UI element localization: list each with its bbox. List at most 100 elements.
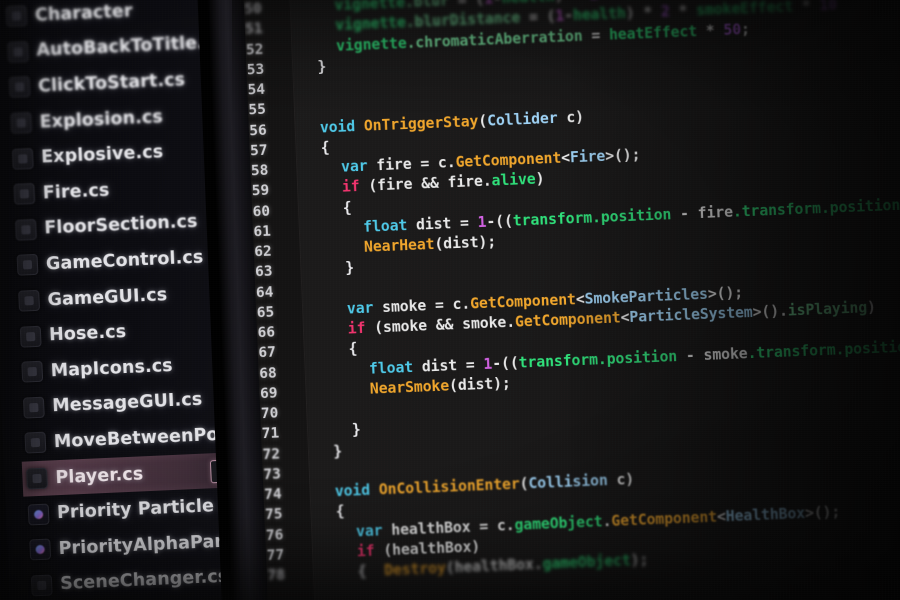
code-token: ;	[740, 20, 751, 38]
code-token: HealthBox	[725, 504, 806, 525]
code-token: smoke = c.	[373, 295, 471, 317]
code-token: var	[355, 521, 383, 540]
asset-list-item-label: ClickToStart.cs	[37, 70, 186, 97]
asset-list-item-label: Fire.cs	[42, 180, 110, 204]
code-token: -((	[491, 354, 520, 373]
asset-list-item-label: Hose.cs	[48, 322, 127, 346]
code-token: }	[317, 57, 327, 76]
code-token: isPlaying	[787, 299, 868, 320]
code-token: {	[348, 340, 358, 358]
code-token: if	[347, 319, 366, 338]
code-token: *	[696, 21, 724, 40]
code-token: .blurDistance	[405, 9, 521, 32]
code-token: fire	[697, 203, 734, 222]
code-token: {	[320, 138, 330, 157]
csharp-script-icon	[14, 218, 37, 241]
code-token: if	[341, 178, 360, 196]
code-token: vignette	[334, 0, 406, 14]
code-token: )	[574, 108, 585, 126]
code-token: Collision	[528, 472, 609, 493]
screenshot-photo: Character AutoBackToTitle.cs ClickToStart.…	[0, 0, 900, 600]
code-token: GetComponent	[469, 290, 577, 313]
code-token: vignette	[335, 34, 407, 55]
asset-list-item-label: Explosion.cs	[39, 106, 164, 133]
code-lines-container[interactable]: 50vignette.blur = (1-health) * 2 * smoke…	[233, 0, 900, 587]
code-token: void	[334, 481, 371, 501]
code-token: GetComponent	[514, 309, 621, 331]
code-token: gameObject	[542, 552, 631, 573]
code-token: heatEffect	[608, 22, 698, 44]
code-token: Destroy	[383, 559, 447, 580]
code-token: -	[676, 346, 704, 365]
csharp-script-icon	[11, 147, 34, 170]
code-token: );	[630, 551, 649, 570]
code-token: dist =	[412, 355, 484, 376]
csharp-script-icon	[26, 467, 48, 490]
csharp-script-icon	[13, 183, 36, 206]
code-token: >().	[752, 302, 789, 321]
code-token: >();	[804, 503, 841, 522]
asset-list-item-label: AutoBackToTitle.cs	[36, 32, 226, 62]
code-token: dist =	[406, 213, 478, 234]
code-token: Fire	[569, 147, 606, 167]
csharp-script-icon	[10, 112, 33, 134]
code-token: {	[342, 198, 352, 217]
code-token: ParticleSystem	[629, 303, 753, 326]
csharp-script-icon	[30, 574, 53, 597]
code-token: smoke	[703, 344, 748, 364]
code-token: *	[792, 0, 820, 16]
code-token: (dist);	[434, 233, 497, 253]
code-token: =	[519, 8, 547, 27]
csharp-script-icon	[22, 396, 45, 419]
code-token: >();	[707, 284, 744, 303]
code-editor-pane[interactable]: 50vignette.blur = (1-health) * 2 * smoke…	[232, 0, 900, 600]
code-token: (healthBox.	[445, 555, 543, 577]
code-token: OnTriggerStay	[363, 112, 479, 135]
code-token: .blur	[404, 0, 450, 11]
code-token: (healthBox)	[374, 538, 481, 560]
code-token: alive	[491, 170, 536, 190]
code-token: var	[340, 157, 368, 176]
code-token: )	[535, 170, 545, 188]
code-token: float	[368, 358, 414, 378]
code-token: 10	[819, 0, 838, 15]
code-token: health	[572, 5, 627, 25]
code-token: )	[624, 470, 635, 489]
code-token: ();	[613, 146, 641, 165]
code-token: gameObject	[514, 512, 603, 534]
code-token: GetComponent	[610, 508, 718, 530]
code-token: }	[344, 259, 355, 277]
code-token: if	[356, 542, 375, 561]
code-token: ) *	[625, 3, 662, 23]
code-token: vignette	[334, 14, 407, 35]
code-token: NearHeat	[363, 235, 435, 256]
code-token: smokeEffect	[695, 0, 794, 20]
code-token: -	[670, 204, 699, 223]
asset-list-item-label: FloorSection.cs	[43, 212, 198, 239]
asset-list-item-label: GameControl.cs	[45, 247, 204, 275]
code-token: *	[669, 2, 697, 21]
code-token: health	[501, 0, 555, 7]
code-token: {	[335, 503, 345, 521]
asset-list-item-label: Character	[34, 1, 133, 26]
code-token: (dist);	[448, 374, 512, 395]
csharp-script-icon	[24, 432, 47, 454]
particle-material-icon	[27, 503, 50, 526]
particle-material-icon	[29, 538, 52, 561]
asset-list-item-label: GameGUI.cs	[47, 284, 168, 310]
code-token: (	[475, 0, 485, 8]
code-token: NearSmoke	[369, 377, 450, 398]
code-token: SmokeParticles	[584, 285, 709, 308]
csharp-script-icon	[5, 5, 28, 28]
code-token: c	[557, 108, 576, 127]
csharp-script-icon	[21, 360, 44, 383]
code-token: float	[362, 216, 408, 236]
code-token: =	[582, 26, 610, 45]
csharp-script-icon	[8, 76, 31, 99]
code-token: =	[448, 0, 476, 10]
code-token: }	[332, 442, 343, 460]
code-token: ) *	[554, 0, 590, 5]
code-token: -	[493, 0, 503, 7]
asset-list-item-label: MessageGUI.cs	[51, 389, 203, 417]
